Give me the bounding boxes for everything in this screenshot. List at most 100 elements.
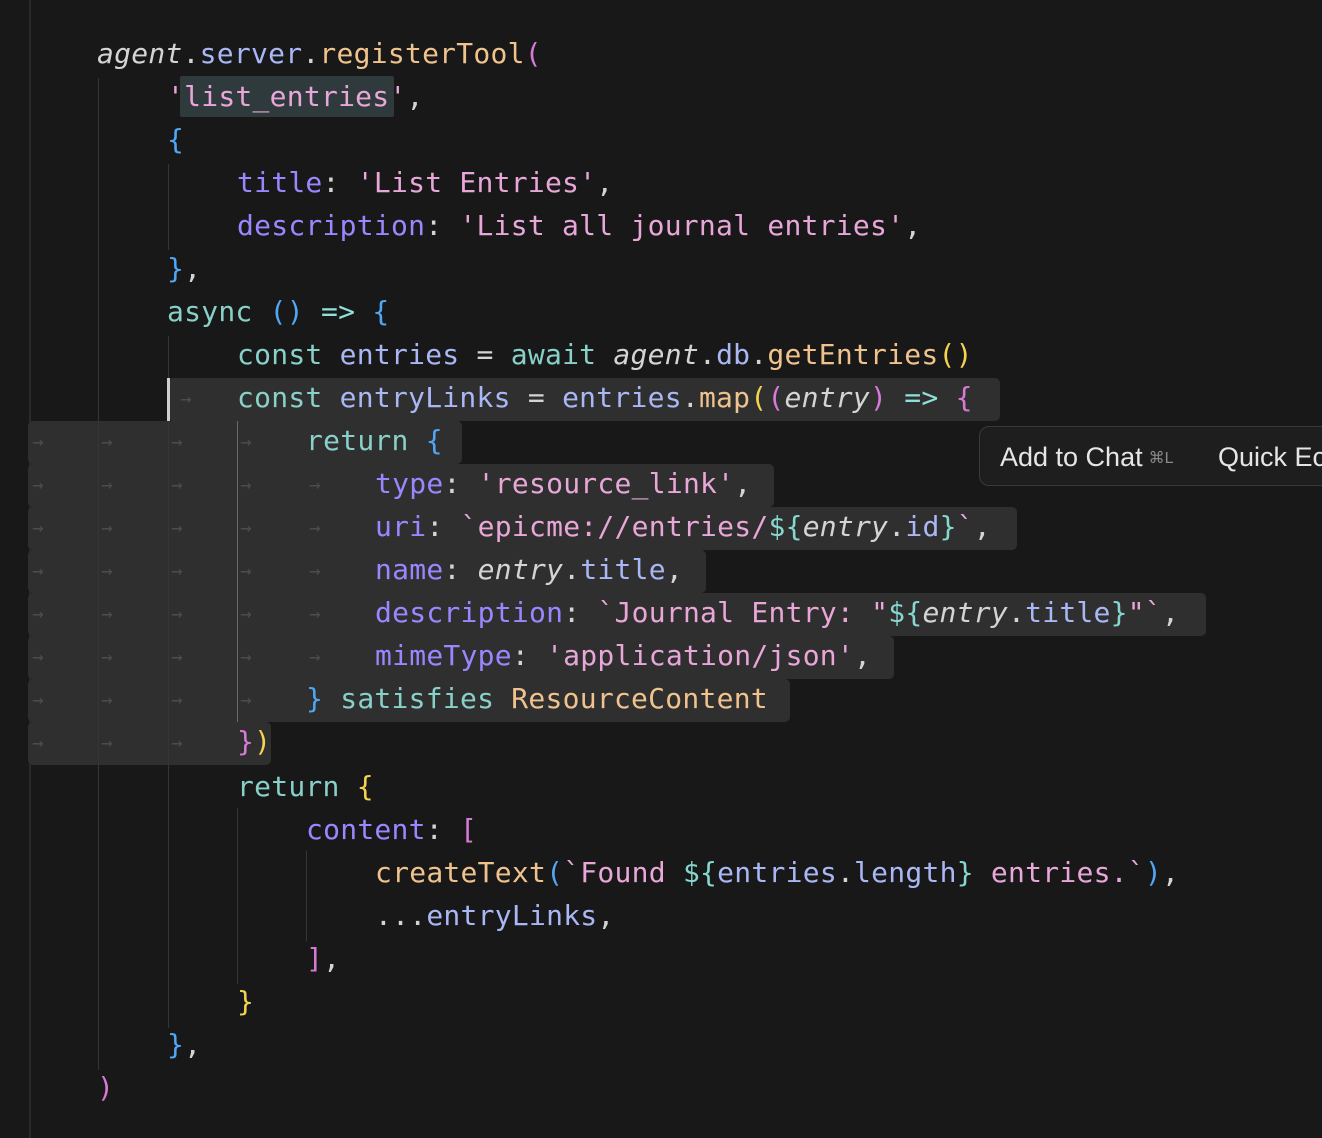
code-token: { xyxy=(356,770,374,803)
code-token: title xyxy=(237,166,323,199)
whitespace-arrow: → xyxy=(171,646,183,668)
code-line[interactable]: uri: `epicme://entries/${entry.id}`, xyxy=(375,505,991,548)
whitespace-arrow: → xyxy=(309,517,321,539)
code-token: } xyxy=(956,856,974,889)
code-token: . xyxy=(182,37,200,70)
whitespace-arrow: → xyxy=(101,431,113,453)
code-line[interactable]: ], xyxy=(306,937,340,980)
code-token: , xyxy=(596,166,614,199)
code-token: 'application/json' xyxy=(546,639,855,672)
code-line[interactable]: return { xyxy=(237,765,374,808)
code-token: () xyxy=(269,295,304,328)
code-token: uri xyxy=(375,510,427,543)
code-token: ${ xyxy=(888,596,923,629)
code-line[interactable]: } xyxy=(237,980,254,1023)
code-line[interactable]: agent.server.registerTool( xyxy=(97,32,542,75)
code-token: `epicme://entries/ xyxy=(460,510,769,543)
code-token: . xyxy=(750,338,768,371)
code-token: entries.` xyxy=(973,856,1145,889)
code-token: . xyxy=(681,381,699,414)
code-token: ) xyxy=(1144,856,1162,889)
whitespace-arrow: → xyxy=(101,603,113,625)
code-token: ' xyxy=(167,80,185,113)
whitespace-arrow: → xyxy=(309,474,321,496)
code-token: ) xyxy=(254,725,272,758)
code-line[interactable]: }, xyxy=(167,247,201,290)
code-line[interactable]: title: 'List Entries', xyxy=(237,161,613,204)
code-token: = xyxy=(510,381,563,414)
add-to-chat-button[interactable]: Add to Chat ⌘L xyxy=(1000,440,1174,476)
code-token: , xyxy=(1161,596,1180,629)
code-token: , xyxy=(904,209,922,242)
code-line[interactable]: name: entry.title, xyxy=(375,548,683,591)
whitespace-arrow: → xyxy=(171,431,183,453)
whitespace-arrow: → xyxy=(101,517,113,539)
code-token: } xyxy=(167,1028,185,1061)
code-token: server xyxy=(199,37,303,70)
code-line[interactable]: return { xyxy=(306,419,443,462)
code-editor[interactable]: → → → → → → → → → → → → → → → → → → → → … xyxy=(0,0,1322,1138)
code-token: db xyxy=(716,338,751,371)
code-line[interactable]: } satisfies ResourceContent xyxy=(306,677,768,720)
code-token: , xyxy=(854,639,872,672)
code-token: ' xyxy=(389,80,407,113)
code-token: `Journal Entry: " xyxy=(597,596,889,629)
indent-guide xyxy=(237,808,238,984)
code-line[interactable]: async () => { xyxy=(167,290,389,333)
code-token: id xyxy=(905,510,940,543)
whitespace-arrow: → xyxy=(32,431,44,453)
code-token: satisfies xyxy=(323,682,512,715)
code-token: : xyxy=(425,813,460,846)
code-line[interactable]: type: 'resource_link', xyxy=(375,462,751,505)
code-line[interactable]: ...entryLinks, xyxy=(375,894,615,937)
code-line[interactable]: const entries = await agent.db.getEntrie… xyxy=(237,333,973,376)
code-token: . xyxy=(563,553,581,586)
code-line[interactable]: { xyxy=(167,118,184,161)
code-token: description xyxy=(237,209,426,242)
code-line[interactable]: content: [ xyxy=(306,808,477,851)
code-line[interactable]: mimeType: 'application/json', xyxy=(375,634,871,677)
code-line[interactable]: }) xyxy=(237,720,271,763)
code-token: agent xyxy=(97,37,183,70)
code-token: ` xyxy=(956,510,974,543)
code-token: . xyxy=(302,37,320,70)
code-token: ${ xyxy=(682,856,718,889)
code-token: createText xyxy=(375,856,547,889)
whitespace-arrow: → xyxy=(240,689,252,711)
code-token: description xyxy=(375,596,564,629)
code-token: ( xyxy=(524,37,542,70)
code-line[interactable]: createText(`Found ${entries.length} entr… xyxy=(375,851,1179,894)
code-line[interactable]: }, xyxy=(167,1023,201,1066)
code-token: async xyxy=(167,295,270,328)
code-token: entries xyxy=(339,338,460,371)
code-token: entry xyxy=(477,553,564,586)
code-line[interactable]: 'list_entries', xyxy=(167,75,424,118)
whitespace-arrow: → xyxy=(240,646,252,668)
code-token: , xyxy=(665,553,683,586)
whitespace-arrow: → xyxy=(309,560,321,582)
code-token: , xyxy=(1162,856,1180,889)
code-line[interactable]: description: `Journal Entry: "${entry.ti… xyxy=(375,591,1179,634)
code-token: : xyxy=(443,553,478,586)
code-token: , xyxy=(184,252,202,285)
code-token: , xyxy=(406,80,424,113)
code-token: `Found xyxy=(563,856,683,889)
code-token: entries xyxy=(562,381,682,414)
code-token: entry xyxy=(802,510,889,543)
code-token: , xyxy=(184,1028,202,1061)
code-token: 'List all journal entries' xyxy=(459,209,905,242)
code-token: , xyxy=(323,942,341,975)
code-line[interactable]: ) xyxy=(97,1066,114,1109)
code-token: : xyxy=(511,639,547,672)
code-token: const xyxy=(237,381,340,414)
code-token: name xyxy=(375,553,444,586)
code-token: ... xyxy=(375,899,427,932)
whitespace-arrow: → xyxy=(240,431,252,453)
code-token: } xyxy=(167,252,185,285)
code-token: entry xyxy=(784,381,871,414)
code-line[interactable]: description: 'List all journal entries', xyxy=(237,204,921,247)
whitespace-arrow: → xyxy=(101,689,113,711)
whitespace-arrow: → xyxy=(180,388,192,410)
code-line[interactable]: const entryLinks = entries.map((entry) =… xyxy=(237,376,973,419)
quick-edit-button[interactable]: Quick Ec xyxy=(1218,440,1322,474)
